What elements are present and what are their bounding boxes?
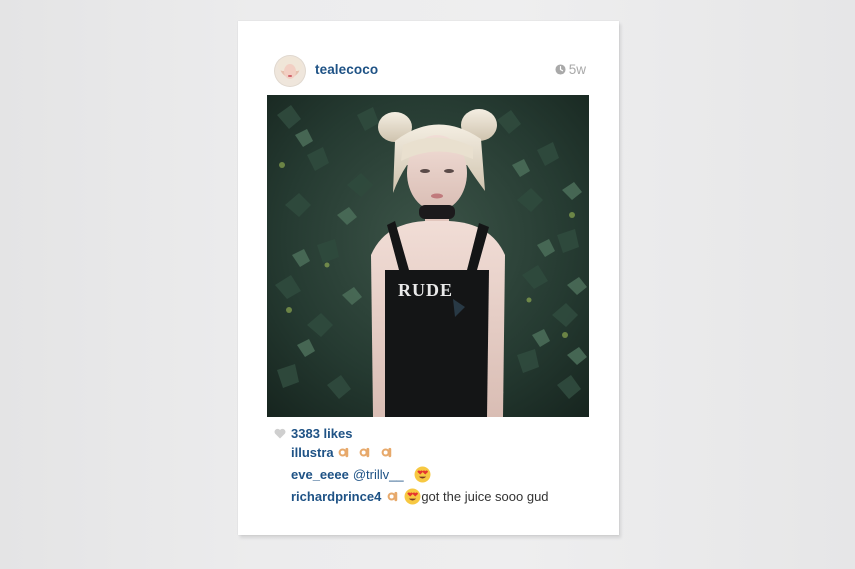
ok-hand-emoji bbox=[338, 447, 348, 458]
instagram-post-canvas: tealecoco 5w RUDE 3383 likes illustra ev… bbox=[238, 21, 619, 535]
clock-icon bbox=[555, 64, 566, 75]
photo-image: RUDE bbox=[267, 95, 589, 417]
ok-hand-emoji bbox=[387, 491, 398, 501]
comment-emojis bbox=[334, 444, 395, 460]
post-photo[interactable]: RUDE bbox=[267, 95, 589, 417]
post-timestamp: 5w bbox=[555, 62, 586, 77]
comment-username[interactable]: richardprince4 bbox=[291, 489, 381, 504]
heart-eyes-emoji bbox=[404, 488, 421, 504]
post-header: tealecoco 5w bbox=[274, 55, 586, 87]
likes-count[interactable]: 3383 likes bbox=[291, 426, 352, 441]
likes-row: 3383 likes bbox=[274, 423, 352, 443]
avatar-lips bbox=[288, 75, 292, 77]
comment-username[interactable]: illustra bbox=[291, 445, 334, 460]
heart-eyes-emoji bbox=[414, 466, 431, 482]
post-username[interactable]: tealecoco bbox=[315, 62, 378, 77]
comment-row: richardprince4 got the juice sooo gud bbox=[291, 486, 549, 506]
time-label: 5w bbox=[568, 62, 586, 77]
comment-row: eve_eeee @trillv__ bbox=[291, 464, 431, 484]
heart-icon[interactable] bbox=[274, 428, 286, 439]
ok-hand-emoji bbox=[381, 447, 392, 458]
comment-row: illustra bbox=[291, 442, 395, 462]
comment-mention[interactable]: @trillv__ bbox=[353, 467, 404, 482]
avatar[interactable] bbox=[274, 55, 306, 87]
comment-username[interactable]: eve_eeee bbox=[291, 467, 349, 482]
shirt-text: RUDE bbox=[398, 280, 453, 300]
ok-hand-emoji bbox=[359, 447, 370, 458]
comment-text: got the juice sooo gud bbox=[421, 488, 549, 504]
